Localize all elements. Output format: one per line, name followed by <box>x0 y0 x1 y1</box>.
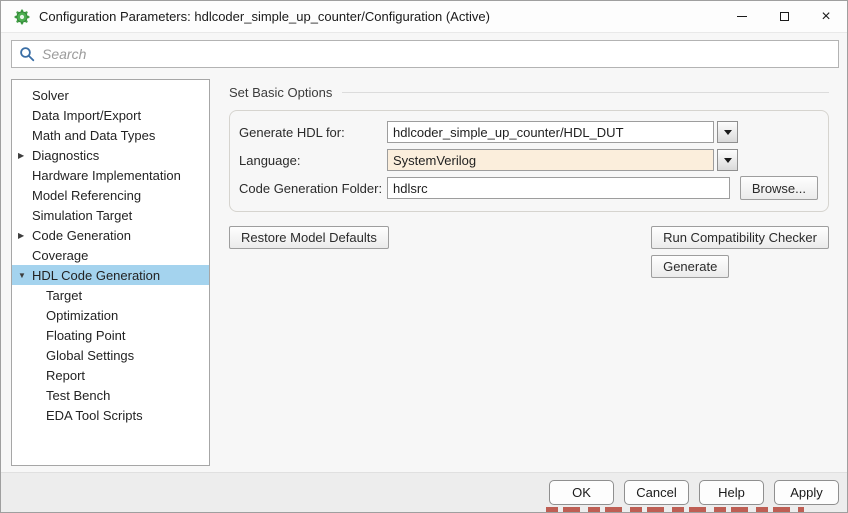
run-compatibility-checker-button[interactable]: Run Compatibility Checker <box>651 226 829 249</box>
tree-collapsed-icon[interactable]: ▶ <box>18 151 32 160</box>
field-row-code-generation-folder: Code Generation Folder: Browse... <box>239 177 818 199</box>
sidebar-item-target[interactable]: Target <box>12 285 209 305</box>
sidebar-item-solver[interactable]: Solver <box>12 85 209 105</box>
sidebar-item-model-referencing[interactable]: Model Referencing <box>12 185 209 205</box>
sidebar-item-label: Solver <box>32 88 69 103</box>
close-button[interactable]: × <box>805 1 847 32</box>
sidebar-item-eda-tool-scripts[interactable]: EDA Tool Scripts <box>12 405 209 425</box>
sidebar-item-report[interactable]: Report <box>12 365 209 385</box>
sidebar-item-label: Simulation Target <box>32 208 132 223</box>
sidebar-item-hardware-implementation[interactable]: Hardware Implementation <box>12 165 209 185</box>
sidebar-item-label: Coverage <box>32 248 88 263</box>
sidebar-tree: Solver Data Import/Export Math and Data … <box>11 79 210 466</box>
close-icon: × <box>821 9 830 25</box>
window-title: Configuration Parameters: hdlcoder_simpl… <box>39 9 490 24</box>
generate-hdl-for-dropdown-button[interactable] <box>717 121 738 143</box>
cancel-button[interactable]: Cancel <box>624 480 689 505</box>
search-bar <box>11 40 839 68</box>
sidebar-item-label: Test Bench <box>46 388 110 403</box>
language-dropdown-button[interactable] <box>717 149 738 171</box>
section-title: Set Basic Options <box>229 85 829 100</box>
maximize-button[interactable] <box>763 1 805 32</box>
action-column: Run Compatibility Checker Generate <box>651 226 829 278</box>
watermark-artifact <box>546 507 804 512</box>
sidebar-item-label: HDL Code Generation <box>32 268 160 283</box>
sidebar-item-diagnostics[interactable]: ▶ Diagnostics <box>12 145 209 165</box>
sidebar-item-label: Hardware Implementation <box>32 168 181 183</box>
sidebar-item-label: Report <box>46 368 85 383</box>
tree-collapsed-icon[interactable]: ▶ <box>18 231 32 240</box>
language-label: Language: <box>239 153 387 168</box>
sidebar-item-test-bench[interactable]: Test Bench <box>12 385 209 405</box>
footer-bar: OK Cancel Help Apply <box>1 472 847 512</box>
sidebar-item-data-import-export[interactable]: Data Import/Export <box>12 105 209 125</box>
action-row: Restore Model Defaults Run Compatibility… <box>229 226 829 278</box>
basic-options-groupbox: Generate HDL for: hdlcoder_simple_up_cou… <box>229 110 829 212</box>
apply-button[interactable]: Apply <box>774 480 839 505</box>
minimize-button[interactable] <box>721 1 763 32</box>
sidebar-item-hdl-code-generation[interactable]: ▼ HDL Code Generation <box>12 265 209 285</box>
field-row-generate-hdl-for: Generate HDL for: hdlcoder_simple_up_cou… <box>239 121 818 143</box>
generate-hdl-for-combo[interactable]: hdlcoder_simple_up_counter/HDL_DUT <box>387 121 714 143</box>
field-row-language: Language: SystemVerilog <box>239 149 818 171</box>
help-button[interactable]: Help <box>699 480 764 505</box>
sidebar-item-label: Diagnostics <box>32 148 99 163</box>
section-title-text: Set Basic Options <box>229 85 332 100</box>
main-panel: Set Basic Options Generate HDL for: hdlc… <box>229 85 829 278</box>
code-generation-folder-label: Code Generation Folder: <box>239 181 387 196</box>
search-icon <box>19 46 35 62</box>
sidebar-item-coverage[interactable]: Coverage <box>12 245 209 265</box>
restore-model-defaults-button[interactable]: Restore Model Defaults <box>229 226 389 249</box>
configuration-parameters-dialog: Configuration Parameters: hdlcoder_simpl… <box>0 0 848 513</box>
sidebar-item-code-generation[interactable]: ▶ Code Generation <box>12 225 209 245</box>
combo-value: SystemVerilog <box>393 153 476 168</box>
titlebar: Configuration Parameters: hdlcoder_simpl… <box>1 1 847 33</box>
sidebar-item-optimization[interactable]: Optimization <box>12 305 209 325</box>
code-generation-folder-input[interactable] <box>387 177 730 199</box>
simulink-config-gear-icon <box>14 9 30 25</box>
dropdown-arrow-icon <box>724 130 732 135</box>
ok-button[interactable]: OK <box>549 480 614 505</box>
combo-value: hdlcoder_simple_up_counter/HDL_DUT <box>393 125 624 140</box>
sidebar-item-label: Optimization <box>46 308 118 323</box>
minimize-icon <box>737 16 747 17</box>
sidebar-item-label: Code Generation <box>32 228 131 243</box>
sidebar-item-label: Floating Point <box>46 328 126 343</box>
sidebar-item-math-and-data-types[interactable]: Math and Data Types <box>12 125 209 145</box>
sidebar-item-label: Math and Data Types <box>32 128 155 143</box>
language-combo[interactable]: SystemVerilog <box>387 149 714 171</box>
generate-button[interactable]: Generate <box>651 255 729 278</box>
sidebar-item-label: Model Referencing <box>32 188 141 203</box>
dropdown-arrow-icon <box>724 158 732 163</box>
sidebar-item-label: Data Import/Export <box>32 108 141 123</box>
sidebar-item-label: EDA Tool Scripts <box>46 408 143 423</box>
generate-hdl-for-label: Generate HDL for: <box>239 125 387 140</box>
search-input[interactable] <box>42 46 831 62</box>
sidebar-item-label: Global Settings <box>46 348 134 363</box>
sidebar-item-simulation-target[interactable]: Simulation Target <box>12 205 209 225</box>
window-controls: × <box>721 1 847 32</box>
section-rule <box>342 92 829 93</box>
tree-expanded-icon[interactable]: ▼ <box>18 271 32 280</box>
browse-button[interactable]: Browse... <box>740 176 818 200</box>
sidebar-item-floating-point[interactable]: Floating Point <box>12 325 209 345</box>
maximize-icon <box>780 12 789 21</box>
sidebar-item-global-settings[interactable]: Global Settings <box>12 345 209 365</box>
sidebar-item-label: Target <box>46 288 82 303</box>
